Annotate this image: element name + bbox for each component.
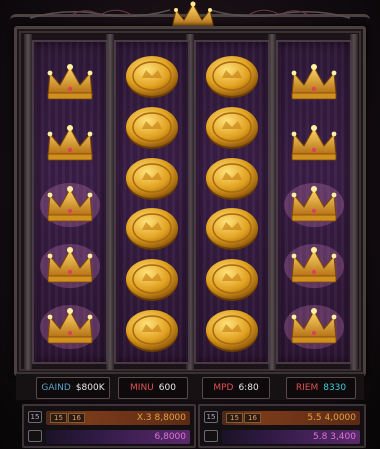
bet-row-win: 6,8000 <box>46 430 190 444</box>
stat-label: MPD <box>213 383 234 393</box>
reel-3 <box>194 40 270 364</box>
frame-ornament-right <box>210 9 350 19</box>
stat-label: GAIND <box>41 383 71 393</box>
stat-value: 8330 <box>323 383 347 393</box>
stat-label: RIEM <box>295 383 319 393</box>
bet-level-icon[interactable]: 15 <box>204 411 218 423</box>
bet-panel-right: 15 15 16 5.5 4,0000 5.8 3,400 <box>198 404 366 448</box>
gold-crown-icon <box>38 240 102 290</box>
bet-row-total[interactable]: 15 16 5.5 4,0000 <box>222 411 360 425</box>
gold-crown-icon <box>38 179 102 229</box>
stat-minu: MINU 600 <box>118 377 188 399</box>
frame-ornament-left <box>30 9 170 19</box>
gold-crown-icon <box>38 118 102 168</box>
bet-row-win: 5.8 3,400 <box>222 430 360 444</box>
gold-coin-icon <box>200 204 264 254</box>
stat-mpd: MPD 6:80 <box>202 377 270 399</box>
bet-panel-left: 15 15 16 X.3 8,8000 6,8000 <box>22 404 196 448</box>
bet-chip[interactable]: 16 <box>68 413 85 423</box>
gold-coin-icon <box>200 154 264 204</box>
gold-crown-icon <box>282 240 346 290</box>
gold-crown-icon <box>282 179 346 229</box>
bet-chip[interactable]: 16 <box>244 413 261 423</box>
gold-coin-icon <box>120 306 184 356</box>
stats-bar: GAIND $800K MINU 600 MPD 6:80 RIEM 8330 <box>16 372 364 400</box>
bet-total-value: X.3 8,8000 <box>136 413 186 423</box>
gold-coin-icon <box>200 52 264 102</box>
bet-menu-icon[interactable] <box>28 430 42 442</box>
stat-riem: RIEM 8330 <box>286 377 356 399</box>
gold-crown-icon <box>38 301 102 351</box>
gold-coin-icon <box>120 255 184 305</box>
gold-crown-icon <box>282 301 346 351</box>
gold-crown-icon <box>38 57 102 107</box>
bet-level-icon[interactable]: 15 <box>28 411 42 423</box>
bet-chip[interactable]: 15 <box>50 413 67 423</box>
bet-menu-icon[interactable] <box>204 430 218 442</box>
gold-crown-icon <box>282 118 346 168</box>
reel-1 <box>32 40 108 364</box>
bet-chip[interactable]: 15 <box>226 413 243 423</box>
stat-value: 6:80 <box>238 383 259 393</box>
reel-4 <box>276 40 352 364</box>
gold-coin-icon <box>200 255 264 305</box>
bet-row-total[interactable]: 15 16 X.3 8,8000 <box>46 411 190 425</box>
gold-coin-icon <box>200 103 264 153</box>
gold-coin-icon <box>120 103 184 153</box>
stat-value: $800K <box>75 383 105 393</box>
reel-divider <box>24 34 32 370</box>
gold-coin-icon <box>120 52 184 102</box>
stat-value: 600 <box>158 383 176 393</box>
bet-win-value: 5.8 3,400 <box>313 432 356 442</box>
gold-coin-icon <box>200 306 264 356</box>
stat-label: MINU <box>130 383 154 393</box>
reel-2 <box>114 40 190 364</box>
bet-total-value: 5.5 4,0000 <box>307 413 356 423</box>
stat-gaind: GAIND $800K <box>36 377 110 399</box>
bet-win-value: 6,8000 <box>154 432 187 442</box>
gold-coin-icon <box>120 204 184 254</box>
gold-crown-icon <box>282 57 346 107</box>
gold-coin-icon <box>120 154 184 204</box>
